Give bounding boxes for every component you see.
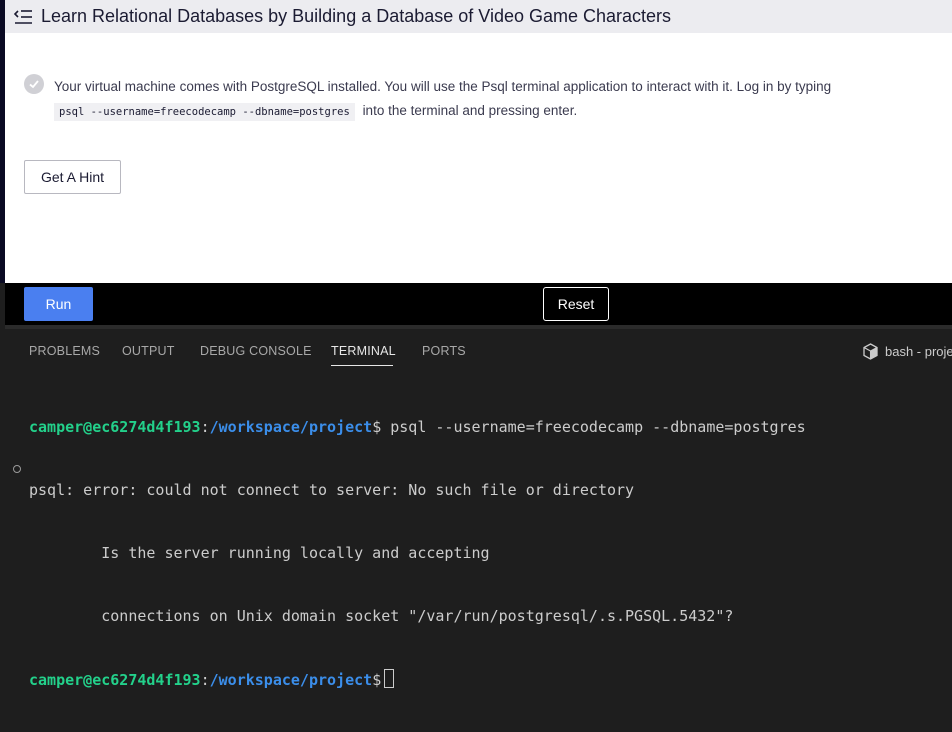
tab-debug-console[interactable]: DEBUG CONSOLE xyxy=(200,344,312,358)
active-tab-indicator xyxy=(331,365,393,366)
prompt-colon: : xyxy=(200,418,210,436)
terminal-line: Is the server running locally and accept… xyxy=(29,544,490,562)
bottom-panel: PROBLEMS OUTPUT DEBUG CONSOLE TERMINAL P… xyxy=(5,329,952,689)
prompt-path: /workspace/project xyxy=(209,671,373,689)
action-bar: Run Reset xyxy=(5,283,952,325)
tab-problems[interactable]: PROBLEMS xyxy=(29,344,100,358)
command-decoration-icon[interactable] xyxy=(13,465,21,473)
terminal-line: psql: error: could not connect to server… xyxy=(29,481,635,499)
tab-output[interactable]: OUTPUT xyxy=(122,344,175,358)
lesson-header: Learn Relational Databases by Building a… xyxy=(5,0,952,33)
get-hint-button[interactable]: Get A Hint xyxy=(24,160,121,194)
reset-button[interactable]: Reset xyxy=(543,287,609,321)
task-text-after: into the terminal and pressing enter. xyxy=(362,103,578,118)
prompt-symbol: $ xyxy=(372,671,382,689)
run-button[interactable]: Run xyxy=(24,287,93,321)
prompt-user: camper@ec6274d4f193 xyxy=(29,418,201,436)
terminal-line: camper@ec6274d4f193:/workspace/project$ xyxy=(29,669,806,690)
command-text: psql --username=freecodecamp --dbname=po… xyxy=(381,418,806,436)
terminal-output[interactable]: camper@ec6274d4f193:/workspace/project$ … xyxy=(29,375,806,732)
page-title: Learn Relational Databases by Building a… xyxy=(41,6,672,26)
task-command-code: psql --username=freecodecamp --dbname=po… xyxy=(54,103,355,121)
panel-tabs: PROBLEMS OUTPUT DEBUG CONSOLE TERMINAL P… xyxy=(5,329,952,369)
lesson-content: Your virtual machine comes with PostgreS… xyxy=(5,33,952,283)
check-icon xyxy=(24,74,44,94)
terminal-icon xyxy=(862,343,879,360)
shell-label: bash - proje xyxy=(885,344,952,359)
terminal-line: connections on Unix domain socket "/var/… xyxy=(29,607,734,625)
prompt-path: /workspace/project xyxy=(209,418,373,436)
menu-icon[interactable] xyxy=(12,6,34,28)
task-description: Your virtual machine comes with PostgreS… xyxy=(54,75,924,124)
tab-ports[interactable]: PORTS xyxy=(422,344,466,358)
task-text-before: Your virtual machine comes with PostgreS… xyxy=(54,79,832,94)
tab-terminal[interactable]: TERMINAL xyxy=(331,344,396,358)
terminal-cursor xyxy=(384,669,395,688)
prompt-colon: : xyxy=(200,671,210,689)
terminal-shell-selector[interactable]: bash - proje xyxy=(862,343,952,360)
terminal-line: camper@ec6274d4f193:/workspace/project$ … xyxy=(29,417,806,438)
prompt-symbol: $ xyxy=(372,418,382,436)
prompt-user: camper@ec6274d4f193 xyxy=(29,671,201,689)
